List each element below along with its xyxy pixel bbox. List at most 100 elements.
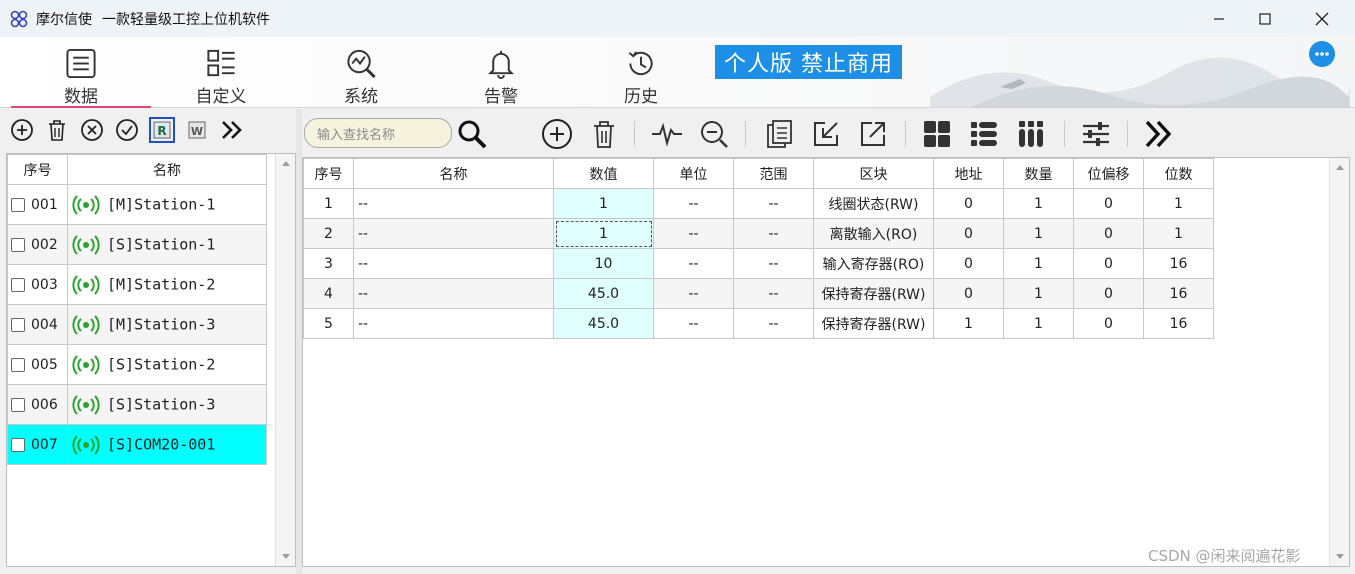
row-checkbox[interactable] [11, 237, 25, 252]
export-button[interactable] [856, 117, 890, 151]
confirm-button[interactable] [114, 117, 140, 143]
station-name-cell[interactable]: [S]Station-1 [67, 224, 267, 265]
row-checkbox[interactable] [11, 197, 25, 212]
cell-block: 保持寄存器(RW) [813, 308, 934, 339]
waveform-icon [652, 122, 682, 147]
cancel-button[interactable] [79, 117, 105, 143]
export-r-button[interactable]: R [149, 117, 175, 143]
register-row[interactable]: 1 -- 1 -- -- 线圈状态(RW) 0 1 0 1 [303, 188, 1214, 219]
nav-tab-data[interactable]: 数据 [11, 47, 151, 108]
column-header-unit[interactable]: 单位 [653, 158, 734, 189]
right-toolbar: 输入查找名称 [302, 109, 1355, 155]
station-row[interactable]: 006 [S]Station-3 [7, 384, 267, 425]
cell-value[interactable]: 45.0 [553, 278, 654, 309]
cell-count: 1 [1003, 188, 1074, 219]
scroll-arrows-icon [1336, 165, 1344, 559]
minimize-button[interactable] [1196, 0, 1242, 37]
column-header-bit-offset[interactable]: 位偏移 [1073, 158, 1144, 189]
waveform-button[interactable] [650, 117, 684, 151]
row-view-button[interactable] [967, 117, 1001, 151]
station-index-cell[interactable]: 007 [7, 424, 68, 465]
station-row[interactable]: 002 [S]Station-1 [7, 224, 267, 265]
add-register-button[interactable] [540, 117, 574, 151]
station-row[interactable]: 004 [M]Station-3 [7, 304, 267, 345]
search-input[interactable]: 输入查找名称 [304, 118, 452, 148]
more-dots-icon [1315, 52, 1329, 56]
delete-station-button[interactable] [44, 117, 70, 143]
cell-value[interactable]: 10 [553, 248, 654, 279]
station-name-cell[interactable]: [S]COM20-001 [67, 424, 267, 465]
station-name-cell[interactable]: [M]Station-3 [67, 304, 267, 345]
row-checkbox[interactable] [11, 397, 25, 412]
column-header-address[interactable]: 地址 [933, 158, 1004, 189]
rows-icon [971, 122, 997, 146]
register-row[interactable]: 4 -- 45.0 -- -- 保持寄存器(RW) 0 1 0 16 [303, 278, 1214, 309]
nav-tab-custom[interactable]: 自定义 [151, 47, 291, 107]
more-button[interactable] [1309, 41, 1335, 67]
nav-tab-history[interactable]: 历史 [571, 47, 711, 107]
copy-button[interactable] [762, 117, 796, 151]
station-row[interactable]: 003 [M]Station-2 [7, 264, 267, 305]
right-scrollbar[interactable] [1329, 158, 1349, 566]
column-header-index[interactable]: 序号 [7, 154, 68, 185]
cell-value[interactable]: 45.0 [553, 308, 654, 339]
signal-icon [72, 354, 100, 375]
station-row[interactable]: 005 [S]Station-2 [7, 344, 267, 385]
row-checkbox[interactable] [11, 277, 25, 292]
cell-value[interactable]: 1 [553, 188, 654, 219]
maximize-button[interactable] [1242, 0, 1288, 37]
station-index-cell[interactable]: 001 [7, 184, 68, 225]
row-checkbox[interactable] [11, 317, 25, 332]
nav-tab-alarm[interactable]: 告警 [431, 47, 571, 107]
row-checkbox[interactable] [11, 437, 25, 452]
left-scrollbar[interactable] [275, 154, 295, 566]
column-header-bit-count[interactable]: 位数 [1143, 158, 1214, 189]
cell-value[interactable]: 1 [553, 218, 654, 249]
search-button[interactable] [455, 117, 489, 151]
columns-icon [1019, 121, 1043, 147]
station-index-cell[interactable]: 002 [7, 224, 68, 265]
column-header-block[interactable]: 区块 [813, 158, 934, 189]
tile-view-button[interactable] [920, 117, 954, 151]
settings-button[interactable] [1079, 117, 1113, 151]
import-button[interactable] [809, 117, 843, 151]
station-row[interactable]: 001 [M]Station-1 [7, 184, 267, 225]
row-checkbox[interactable] [11, 357, 25, 372]
column-header-count[interactable]: 数量 [1003, 158, 1074, 189]
cell-index: 3 [303, 248, 354, 279]
title-bar: 摩尔信使 一款轻量级工控上位机软件 [0, 0, 1355, 37]
station-name-cell[interactable]: [S]Station-2 [67, 344, 267, 385]
column-view-button[interactable] [1014, 117, 1048, 151]
add-station-button[interactable] [9, 117, 35, 143]
station-index-cell[interactable]: 005 [7, 344, 68, 385]
more-right-button[interactable] [1142, 117, 1176, 151]
column-header-index[interactable]: 序号 [303, 158, 354, 189]
column-header-range[interactable]: 范围 [733, 158, 814, 189]
register-row[interactable]: 3 -- 10 -- -- 输入寄存器(RO) 0 1 0 16 [303, 248, 1214, 279]
export-r-icon: R [153, 121, 171, 139]
nav-tab-system[interactable]: 系统 [291, 47, 431, 107]
more-left-button[interactable] [219, 117, 245, 143]
station-name-cell[interactable]: [M]Station-2 [67, 264, 267, 305]
close-button[interactable] [1299, 0, 1345, 37]
station-name-cell[interactable]: [S]Station-3 [67, 384, 267, 425]
zoom-out-button[interactable] [697, 117, 731, 151]
station-name-cell[interactable]: [M]Station-1 [67, 184, 267, 225]
register-table: 序号 名称 数值 单位 范围 区块 地址 数量 位偏移 位数 1 -- 1 -- -- 线圈状态(RW) 0 1… [303, 158, 1214, 339]
register-row[interactable]: 5 -- 45.0 -- -- 保持寄存器(RW) 1 1 0 16 [303, 308, 1214, 339]
toolbar-divider [745, 121, 746, 147]
bell-icon [487, 50, 515, 79]
column-header-value[interactable]: 数值 [553, 158, 654, 189]
station-row[interactable]: 007 [S]COM20-001 [7, 424, 267, 465]
station-index-cell[interactable]: 004 [7, 304, 68, 345]
cell-block: 输入寄存器(RO) [813, 248, 934, 279]
column-header-name[interactable]: 名称 [353, 158, 554, 189]
delete-register-button[interactable] [587, 117, 621, 151]
toolbar-divider [634, 121, 635, 147]
station-index-cell[interactable]: 003 [7, 264, 68, 305]
export-w-button[interactable]: W [184, 117, 210, 143]
column-header-name[interactable]: 名称 [67, 154, 267, 185]
register-row[interactable]: 2 -- 1 -- -- 离散输入(RO) 0 1 0 1 [303, 218, 1214, 249]
tiles-icon [924, 121, 950, 147]
station-index-cell[interactable]: 006 [7, 384, 68, 425]
